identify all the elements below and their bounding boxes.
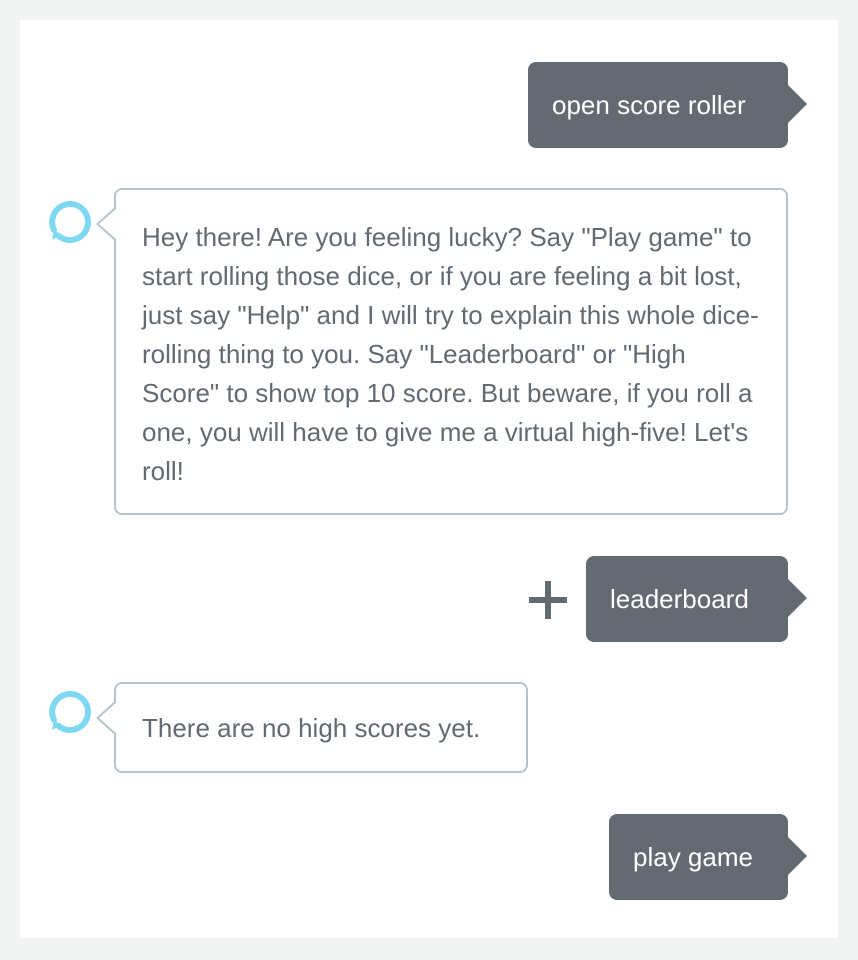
bubble-tail-fill [99,208,117,240]
bubble-tail [787,836,807,876]
user-message-leaderboard: leaderboard [586,556,807,642]
user-message-open-score-roller: open score roller [528,62,807,148]
alexa-response-text: There are no high scores yet. [142,713,481,743]
bubble-tail-fill [99,702,117,734]
bubble-tail [787,578,807,618]
alexa-response-no-high-scores: There are no high scores yet. [96,682,528,773]
user-message-play-game: play game [609,814,807,900]
user-message-text: leaderboard [610,584,749,614]
alexa-response-welcome: Hey there! Are you feeling lucky? Say "P… [96,188,788,515]
alexa-ring-icon [49,200,92,243]
alexa-response-text: Hey there! Are you feeling lucky? Say "P… [142,222,759,486]
alexa-ring-icon [49,690,92,733]
bubble-tail [787,84,807,124]
user-message-text: open score roller [552,90,746,120]
user-message-text: play game [633,842,753,872]
plus-icon[interactable] [529,581,567,619]
